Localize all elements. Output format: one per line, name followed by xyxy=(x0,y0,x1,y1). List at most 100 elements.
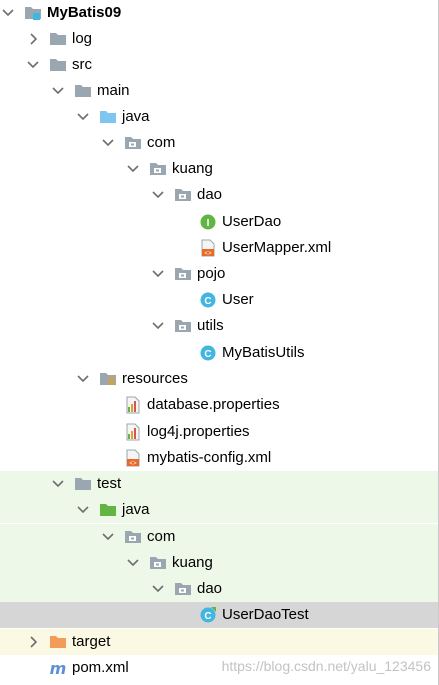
tree-label: dao xyxy=(197,186,223,203)
tree-row-test-package-com[interactable]: com xyxy=(0,524,439,550)
tree-row-folder-resources[interactable]: resources xyxy=(0,366,439,392)
maven-icon: m xyxy=(49,659,67,677)
tree-row-file-user[interactable]: C User xyxy=(0,287,439,313)
xml-file-icon: <> xyxy=(199,239,217,257)
tree-row-package-kuang[interactable]: kuang xyxy=(0,156,439,182)
package-icon xyxy=(174,580,192,598)
tree-row-package-com[interactable]: com xyxy=(0,130,439,156)
source-folder-icon xyxy=(99,108,117,126)
tree-label: pom.xml xyxy=(72,659,129,676)
folder-icon xyxy=(49,30,67,48)
project-tree: MyBatis09 log src main java com kuang dao I UserD… xyxy=(0,0,439,685)
tree-row-package-dao[interactable]: dao xyxy=(0,182,439,208)
class-icon: C xyxy=(199,291,217,309)
chevron-down-icon[interactable] xyxy=(150,313,166,339)
chevron-down-icon[interactable] xyxy=(25,52,41,78)
tree-label: java xyxy=(122,108,150,125)
chevron-down-icon[interactable] xyxy=(125,550,141,576)
tree-label: com xyxy=(147,134,176,151)
chevron-down-icon[interactable] xyxy=(150,576,166,602)
chevron-down-icon[interactable] xyxy=(150,182,166,208)
tree-label: utils xyxy=(197,317,224,334)
tree-label: UserMapper.xml xyxy=(222,239,332,256)
tree-row-file-userdaotest[interactable]: C UserDaoTest xyxy=(0,602,439,628)
tree-label: UserDaoTest xyxy=(222,606,309,623)
tree-label: kuang xyxy=(172,160,213,177)
tree-label: User xyxy=(222,291,254,308)
tree-row-file-usermapper-xml[interactable]: <> UserMapper.xml xyxy=(0,235,439,261)
package-icon xyxy=(124,134,142,152)
folder-icon xyxy=(74,475,92,493)
tree-row-folder-test[interactable]: test xyxy=(0,471,439,497)
tree-label: java xyxy=(122,501,150,518)
tree-row-folder-log[interactable]: log xyxy=(0,26,439,52)
tree-label: target xyxy=(72,633,111,650)
tree-row-folder-main[interactable]: main xyxy=(0,78,439,104)
package-icon xyxy=(149,160,167,178)
tree-label: kuang xyxy=(172,554,213,571)
tree-row-project-root[interactable]: MyBatis09 xyxy=(0,0,439,26)
chevron-down-icon[interactable] xyxy=(100,524,116,550)
tree-label: MyBatisUtils xyxy=(222,344,305,361)
tree-row-file-database-properties[interactable]: database.properties xyxy=(0,392,439,418)
tree-row-package-utils[interactable]: utils xyxy=(0,313,439,339)
chevron-down-icon[interactable] xyxy=(0,0,16,26)
svg-text:I: I xyxy=(207,218,210,229)
interface-icon: I xyxy=(199,213,217,231)
tree-row-file-userdao[interactable]: I UserDao xyxy=(0,209,439,235)
test-source-folder-icon xyxy=(99,501,117,519)
tree-row-file-log4j-properties[interactable]: log4j.properties xyxy=(0,419,439,445)
tree-label: pojo xyxy=(197,265,226,282)
tree-label: UserDao xyxy=(222,213,282,230)
tree-label: test xyxy=(97,475,122,492)
chevron-down-icon[interactable] xyxy=(150,261,166,287)
tree-label: main xyxy=(97,82,130,99)
module-icon xyxy=(24,4,42,22)
svg-text:m: m xyxy=(50,659,67,677)
tree-row-folder-src[interactable]: src xyxy=(0,52,439,78)
tree-row-folder-test-java[interactable]: java xyxy=(0,497,439,523)
package-icon xyxy=(124,528,142,546)
properties-file-icon xyxy=(124,423,142,441)
chevron-down-icon[interactable] xyxy=(50,471,66,497)
svg-text:C: C xyxy=(204,349,211,360)
package-icon xyxy=(174,265,192,283)
tree-row-file-mybatis-config-xml[interactable]: <> mybatis-config.xml xyxy=(0,445,439,471)
chevron-right-icon[interactable] xyxy=(25,629,41,655)
test-class-icon: C xyxy=(199,606,217,624)
chevron-down-icon[interactable] xyxy=(50,78,66,104)
resources-folder-icon xyxy=(99,370,117,388)
folder-icon xyxy=(49,56,67,74)
tree-label: src xyxy=(72,56,92,73)
tree-row-package-pojo[interactable]: pojo xyxy=(0,261,439,287)
tree-label: log4j.properties xyxy=(147,423,250,440)
svg-text:<>: <> xyxy=(204,250,212,257)
package-icon xyxy=(174,186,192,204)
excluded-folder-icon xyxy=(49,633,67,651)
package-icon xyxy=(149,554,167,572)
tree-row-folder-target[interactable]: target xyxy=(0,629,439,655)
tree-label: MyBatis09 xyxy=(47,4,122,21)
tree-label: database.properties xyxy=(147,396,280,413)
xml-file-icon: <> xyxy=(124,449,142,467)
chevron-down-icon[interactable] xyxy=(100,130,116,156)
tree-label: com xyxy=(147,528,176,545)
folder-icon xyxy=(74,82,92,100)
tree-row-folder-main-java[interactable]: java xyxy=(0,104,439,130)
tree-row-file-mybatisutils[interactable]: C MyBatisUtils xyxy=(0,340,439,366)
properties-file-icon xyxy=(124,396,142,414)
chevron-down-icon[interactable] xyxy=(75,104,91,130)
tree-row-test-package-kuang[interactable]: kuang xyxy=(0,550,439,576)
tree-row-test-package-dao[interactable]: dao xyxy=(0,576,439,602)
class-icon: C xyxy=(199,344,217,362)
svg-text:C: C xyxy=(204,611,211,622)
chevron-down-icon[interactable] xyxy=(75,497,91,523)
tree-label: log xyxy=(72,30,93,47)
chevron-down-icon[interactable] xyxy=(125,156,141,182)
tree-label: resources xyxy=(122,370,188,387)
watermark: https://blog.csdn.net/yalu_123456 xyxy=(221,658,431,674)
tree-label: mybatis-config.xml xyxy=(147,449,272,466)
svg-text:<>: <> xyxy=(129,460,137,467)
chevron-down-icon[interactable] xyxy=(75,366,91,392)
chevron-right-icon[interactable] xyxy=(25,26,41,52)
